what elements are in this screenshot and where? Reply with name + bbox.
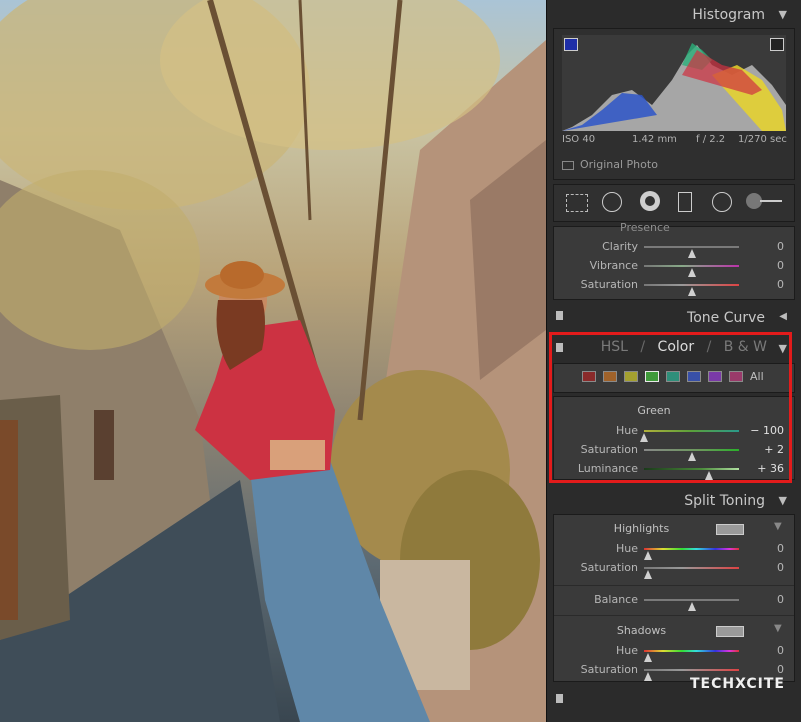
- shadows-hue-value[interactable]: 0: [777, 644, 784, 657]
- clip-shadows-icon[interactable]: [564, 38, 578, 51]
- highlights-color-swatch[interactable]: [716, 524, 744, 535]
- clarity-value[interactable]: 0: [777, 240, 784, 253]
- balance-label: Balance: [594, 593, 638, 606]
- clarity-label: Clarity: [602, 240, 638, 253]
- clarity-slider[interactable]: [644, 246, 739, 258]
- expand-triangle-icon[interactable]: ◀: [779, 311, 787, 322]
- panel-switch-icon[interactable]: [556, 694, 563, 703]
- vibrance-row[interactable]: Vibrance 0: [554, 257, 794, 277]
- panel-switch-icon[interactable]: [556, 311, 563, 320]
- highlight-annotation-box: [549, 332, 792, 483]
- crop-tool-icon[interactable]: [566, 194, 588, 212]
- shadows-saturation-thumb[interactable]: [644, 672, 652, 681]
- exif-aperture: f / 2.2: [696, 134, 726, 145]
- exif-iso: ISO 40: [562, 134, 596, 145]
- shadows-label: Shadows: [616, 624, 667, 637]
- vibrance-value[interactable]: 0: [777, 259, 784, 272]
- vibrance-slider[interactable]: [644, 265, 739, 277]
- presence-title-partial: Presence: [620, 221, 670, 231]
- clarity-row[interactable]: Clarity 0: [554, 238, 794, 258]
- exif-focal: 1.42 mm: [632, 134, 677, 145]
- highlights-saturation-thumb[interactable]: [644, 570, 652, 579]
- tone-curve-title: Tone Curve: [687, 310, 765, 326]
- vibrance-label: Vibrance: [589, 259, 638, 272]
- detail-header[interactable]: [555, 690, 795, 716]
- original-photo-label: Original Photo: [580, 158, 658, 171]
- presence-section: Presence Clarity 0 Vibrance 0 Saturation…: [553, 221, 795, 300]
- original-photo-checkbox[interactable]: [562, 160, 574, 170]
- adjustment-brush-tool-icon[interactable]: [746, 193, 782, 209]
- highlights-hue-value[interactable]: 0: [777, 542, 784, 555]
- photo-preview: [0, 0, 546, 722]
- clip-highlights-icon[interactable]: [770, 38, 784, 51]
- highlights-saturation-label: Saturation: [580, 561, 638, 574]
- collapse-triangle-icon[interactable]: ▼: [779, 8, 787, 21]
- split-toning-header[interactable]: Split Toning ▼: [555, 488, 795, 514]
- highlights-saturation-value[interactable]: 0: [777, 561, 784, 574]
- shadows-color-swatch[interactable]: [716, 626, 744, 637]
- watermark-text: TECHXCITE: [690, 676, 785, 692]
- histogram-title: Histogram: [692, 7, 765, 23]
- divider: [554, 585, 794, 586]
- shadows-triangle-icon[interactable]: ▼: [774, 623, 782, 634]
- shadows-hue-slider[interactable]: [644, 650, 739, 662]
- exif-shutter: 1/270 sec: [738, 134, 787, 145]
- collapse-triangle-icon[interactable]: ▼: [779, 494, 787, 507]
- shadows-saturation-value[interactable]: 0: [777, 663, 784, 676]
- tool-strip: [553, 184, 795, 222]
- tone-curve-header[interactable]: Tone Curve ◀: [555, 305, 795, 331]
- highlights-label: Highlights: [613, 522, 670, 535]
- divider: [554, 615, 794, 616]
- highlights-hue-row[interactable]: Hue 0: [554, 540, 794, 560]
- shadows-hue-label: Hue: [615, 644, 638, 657]
- histogram-header[interactable]: Histogram ▼: [555, 2, 795, 28]
- shadows-hue-row[interactable]: Hue 0: [554, 642, 794, 662]
- balance-row[interactable]: Balance 0: [554, 591, 794, 611]
- watermark-logo: TECHXCITE: [690, 676, 785, 692]
- shadows-saturation-label: Saturation: [580, 663, 638, 676]
- saturation-value[interactable]: 0: [777, 278, 784, 291]
- highlights-saturation-row[interactable]: Saturation 0: [554, 559, 794, 579]
- split-toning-title: Split Toning: [684, 493, 765, 509]
- histogram-box: ISO 40 1.42 mm f / 2.2 1/270 sec Origina…: [553, 28, 795, 180]
- radial-filter-tool-icon[interactable]: [712, 192, 732, 212]
- balance-slider[interactable]: [644, 599, 739, 611]
- highlights-saturation-slider[interactable]: [644, 567, 739, 579]
- shadows-saturation-slider[interactable]: [644, 669, 739, 681]
- highlights-hue-label: Hue: [615, 542, 638, 555]
- highlights-triangle-icon[interactable]: ▼: [774, 521, 782, 532]
- saturation-thumb[interactable]: [688, 287, 696, 296]
- photo-illustration: [0, 0, 546, 722]
- highlights-hue-slider[interactable]: [644, 548, 739, 560]
- spot-removal-tool-icon[interactable]: [602, 192, 622, 212]
- graduated-filter-tool-icon[interactable]: [678, 192, 692, 212]
- saturation-row[interactable]: Saturation 0: [554, 276, 794, 296]
- balance-value[interactable]: 0: [777, 593, 784, 606]
- saturation-label: Saturation: [580, 278, 638, 291]
- saturation-slider[interactable]: [644, 284, 739, 296]
- balance-thumb[interactable]: [688, 602, 696, 611]
- red-eye-tool-icon[interactable]: [640, 191, 660, 211]
- split-toning-section: Highlights ▼ Hue 0 Saturation 0 Balance …: [553, 514, 795, 682]
- original-photo-toggle[interactable]: Original Photo: [562, 158, 658, 171]
- histogram-graph: [562, 35, 786, 131]
